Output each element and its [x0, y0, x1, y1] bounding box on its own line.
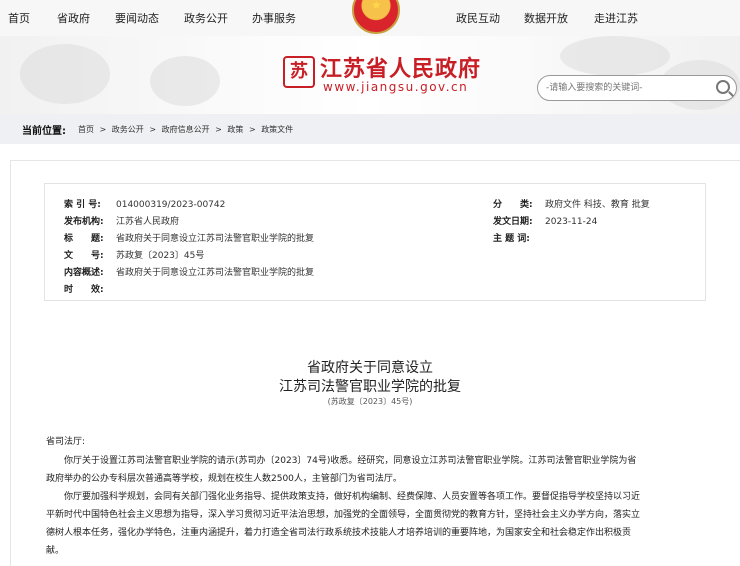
- meta-validity: 时 效:: [64, 285, 104, 295]
- search-input[interactable]: [546, 80, 706, 96]
- doc-body-line: 献。: [46, 546, 65, 556]
- meta-category: 分 类: 政府文件 科技、教育 批复: [493, 200, 650, 210]
- nav-home[interactable]: 首页: [8, 10, 30, 26]
- breadcrumb-separator: >: [215, 125, 222, 134]
- nav-gov[interactable]: 省政府: [57, 10, 90, 26]
- breadcrumb-separator: >: [248, 125, 256, 134]
- doc-body-line: 德树人根本任务，强化办学特色，注重内涵提升，着力打造全省司法行政系统技术技能人才…: [46, 528, 632, 538]
- meta-summary: 内容概述: 省政府关于同意设立江苏司法警官职业学院的批复: [64, 268, 315, 278]
- search-icon[interactable]: [716, 80, 730, 94]
- breadcrumb-item-home[interactable]: 首页: [78, 125, 94, 134]
- site-url: www.jiangsu.gov.cn: [323, 80, 469, 94]
- nav-service[interactable]: 办事服务: [252, 10, 296, 26]
- nav-interact[interactable]: 政民互动: [456, 10, 500, 26]
- site-logo-icon[interactable]: 苏: [283, 56, 315, 88]
- top-nav: 首页 省政府 要闻动态 政务公开 办事服务 ★ 政民互动 数据开放 走进江苏: [0, 0, 740, 36]
- breadcrumb-item-policy-docs[interactable]: 政策文件: [261, 125, 293, 134]
- breadcrumb-separator: >: [149, 125, 157, 134]
- doc-body-line: 你厅关于设置江苏司法警官职业学院的请示(苏司办〔2023〕74号)收悉。经研究，…: [46, 456, 637, 466]
- doc-body-line: 政府举办的公办专科层次普通高等学校，规划在校生人数2500人，主管部门为省司法厅…: [46, 474, 402, 484]
- meta-docno: 文 号: 苏政复〔2023〕45号: [64, 251, 205, 261]
- doc-body-line: 你厅要加强科学规划，会同有关部门强化业务指导、提供政策支持，做好机构编制、经费保…: [46, 492, 641, 502]
- doc-body-line: 平新时代中国特色社会主义思想为指导，深入学习贯彻习近平法治思想，加强党的全面领导…: [46, 510, 641, 520]
- breadcrumb-separator: >: [99, 125, 107, 134]
- meta-date: 发文日期: 2023-11-24: [493, 217, 598, 227]
- national-emblem-icon: ★: [352, 0, 400, 34]
- search-box: [537, 75, 737, 101]
- breadcrumb-item-policy[interactable]: 政策: [227, 125, 243, 134]
- doc-title-line1: 省政府关于同意设立: [307, 360, 433, 376]
- site-banner: 苏 江苏省人民政府 www.jiangsu.gov.cn: [0, 36, 740, 114]
- meta-org: 发布机构: 江苏省人民政府: [64, 217, 180, 227]
- site-title[interactable]: 江苏省人民政府: [320, 51, 481, 83]
- meta-title: 标 题: 省政府关于同意设立江苏司法警官职业学院的批复: [64, 234, 315, 244]
- nav-data[interactable]: 数据开放: [524, 10, 568, 26]
- nav-about[interactable]: 走进江苏: [594, 10, 638, 26]
- doc-addressee: 省司法厅:: [46, 437, 86, 447]
- breadcrumb: 首页 > 政务公开 > 政府信息公开 > 政策 > 政策文件: [78, 124, 296, 135]
- breadcrumb-item-info[interactable]: 政府信息公开: [162, 125, 210, 134]
- doc-title-line2: 江苏司法警官职业学院的批复: [279, 379, 461, 395]
- meta-index: 索 引 号: 014000319/2023-00742: [64, 200, 226, 210]
- breadcrumb-bar: 当前位置: 首页 > 政务公开 > 政府信息公开 > 政策 > 政策文件: [0, 114, 740, 144]
- breadcrumb-label: 当前位置:: [22, 126, 66, 137]
- meta-subject: 主 题 词:: [493, 234, 530, 244]
- nav-open[interactable]: 政务公开: [184, 10, 228, 26]
- nav-news[interactable]: 要闻动态: [115, 10, 159, 26]
- doc-number: (苏政复〔2023〕45号): [327, 397, 413, 406]
- breadcrumb-item-open[interactable]: 政务公开: [112, 125, 144, 134]
